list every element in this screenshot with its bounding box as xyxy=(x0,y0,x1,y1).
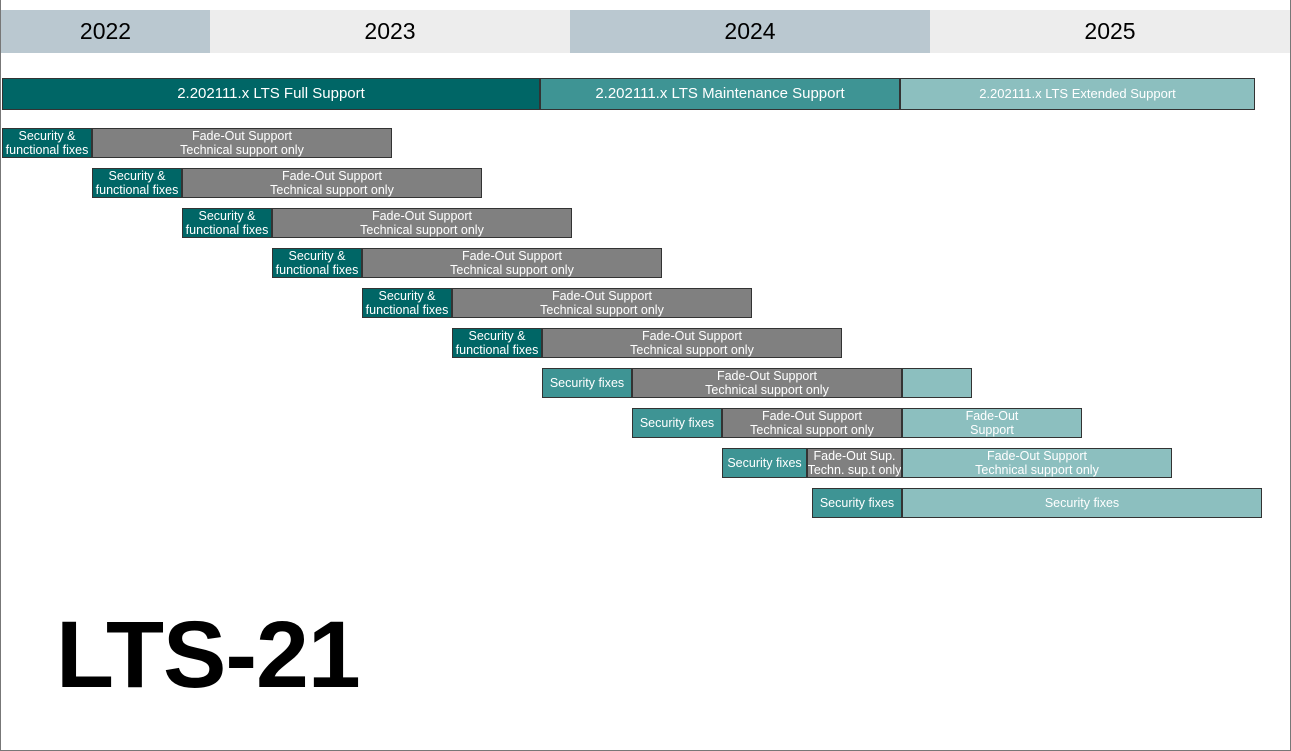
release-phase-bar: Fade-Out Support Technical support only xyxy=(632,368,902,398)
release-phase-bar: Fade-Out Support xyxy=(902,408,1082,438)
release-phase-bar: Security & functional fixes xyxy=(182,208,272,238)
release-phase-bar: Security & functional fixes xyxy=(272,248,362,278)
release-phase-bar: Security & functional fixes xyxy=(92,168,182,198)
release-phase-bar: Fade-Out Support Technical support only xyxy=(452,288,752,318)
year-cell: 2023 xyxy=(210,10,570,53)
release-phase-bar: Security fixes xyxy=(632,408,722,438)
lts-phase-bar: 2.202111.x LTS Maintenance Support xyxy=(540,78,900,110)
page-title: LTS-21 xyxy=(56,601,360,710)
release-phase-bar: Fade-Out Support Technical support only xyxy=(542,328,842,358)
release-phase-bar: Fade-Out Support Technical support only xyxy=(92,128,392,158)
release-phase-bar: Security & functional fixes xyxy=(2,128,92,158)
release-phase-bar: Fade-Out Support Technical support only xyxy=(722,408,902,438)
release-phase-bar: Fade-Out Support Technical support only xyxy=(272,208,572,238)
year-cell: 2022 xyxy=(1,10,210,53)
lts-phase-bar: 2.202111.x LTS Full Support xyxy=(2,78,540,110)
release-phase-bar: Security fixes xyxy=(722,448,807,478)
release-phase-bar: Fade-Out Support Technical support only xyxy=(362,248,662,278)
year-cell: 2025 xyxy=(930,10,1290,53)
lts-phase-bar: 2.202111.x LTS Extended Support xyxy=(900,78,1255,110)
release-phase-bar: Security fixes xyxy=(902,488,1262,518)
release-phase-bar: Security & functional fixes xyxy=(452,328,542,358)
year-header: 2022202320242025 xyxy=(1,10,1290,53)
year-cell: 2024 xyxy=(570,10,930,53)
release-phase-bar: Security fixes xyxy=(542,368,632,398)
timeline-canvas: 2022202320242025 2.202111.x LTS Full Sup… xyxy=(0,0,1291,751)
release-phase-bar xyxy=(902,368,972,398)
release-phase-bar: Security & functional fixes xyxy=(362,288,452,318)
release-phase-bar: Security fixes xyxy=(812,488,902,518)
release-phase-bar: Fade-Out Sup. Techn. sup.t only xyxy=(807,448,902,478)
release-phase-bar: Fade-Out Support Technical support only xyxy=(182,168,482,198)
release-phase-bar: Fade-Out Support Technical support only xyxy=(902,448,1172,478)
